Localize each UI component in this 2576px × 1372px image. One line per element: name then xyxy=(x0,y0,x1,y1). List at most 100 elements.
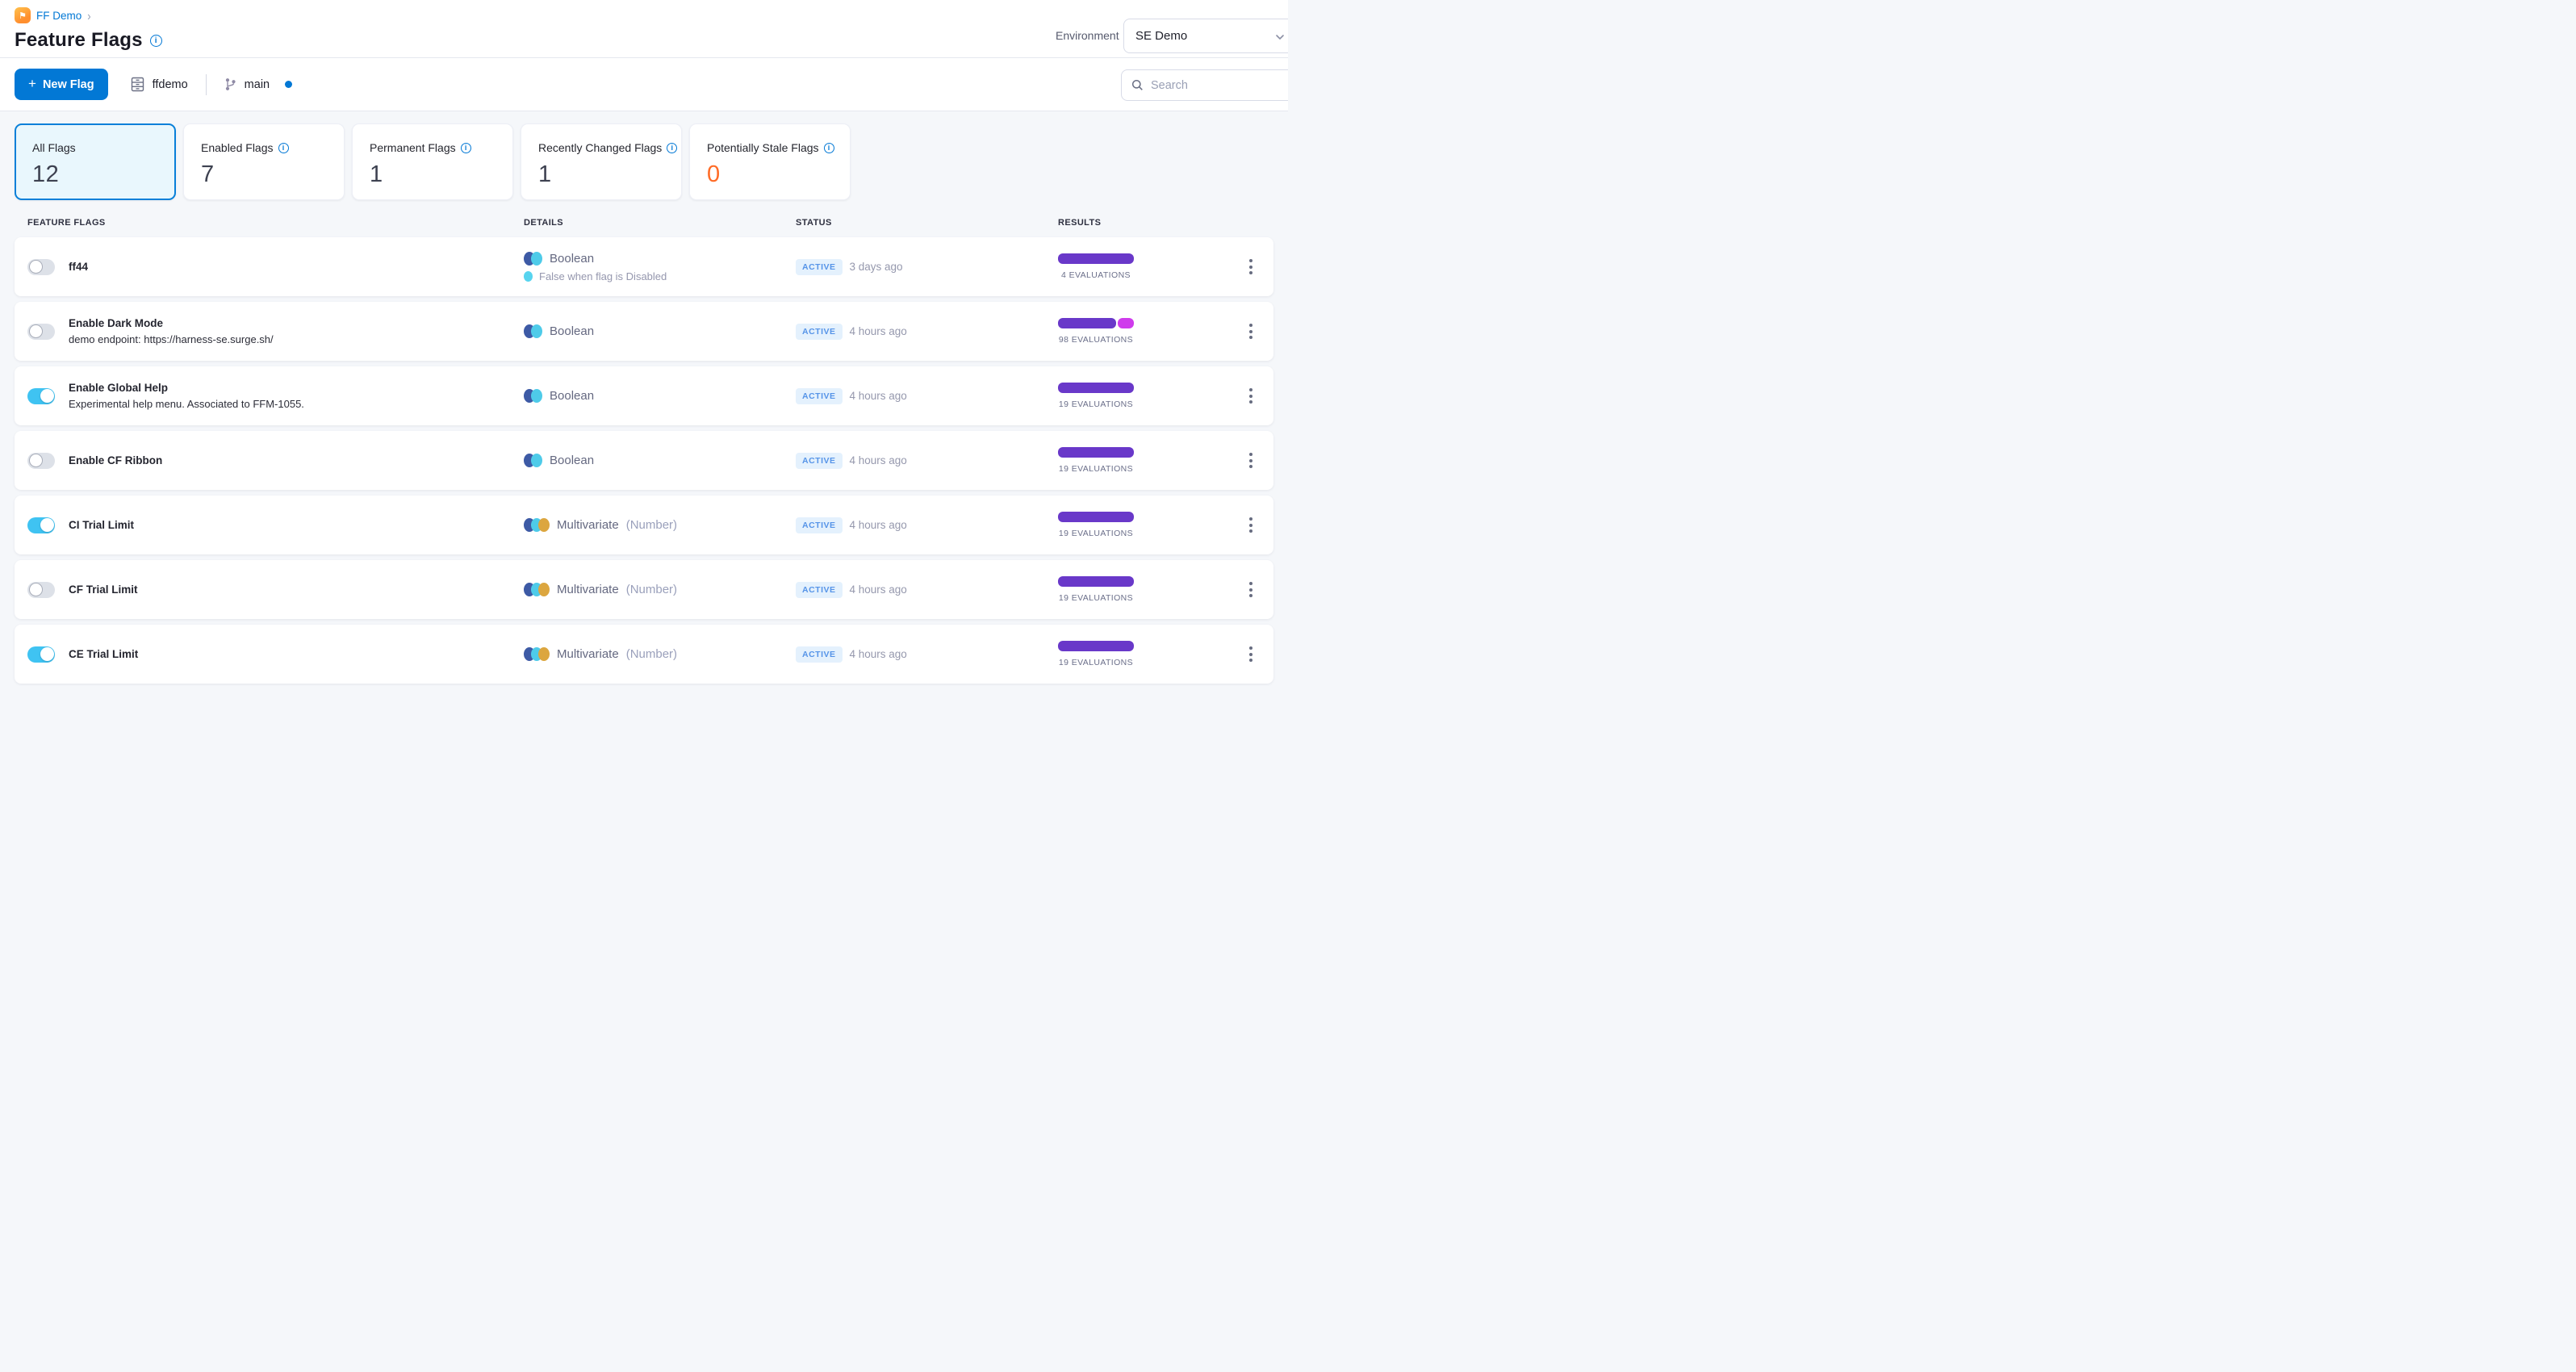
flag-toggle[interactable] xyxy=(27,581,55,598)
flag-row[interactable]: Enable CF Ribbon Boolean ACTIVE 4 hours … xyxy=(15,431,1273,490)
summary-card[interactable]: Enabled Flags i 7 xyxy=(183,123,345,200)
new-flag-button[interactable]: + New Flag xyxy=(15,69,108,100)
variation-dot-icon xyxy=(524,270,533,282)
kebab-menu[interactable] xyxy=(1244,319,1257,344)
toggle-knob xyxy=(28,324,43,338)
feature-flags-module-icon: ⚑ xyxy=(15,7,31,23)
repository-icon xyxy=(131,77,144,92)
content-area: All Flags i 12 Enabled Flags i 7 Permane… xyxy=(0,111,1288,686)
summary-card-label: Potentially Stale Flags xyxy=(707,141,819,154)
page-title: Feature Flags xyxy=(15,29,143,51)
flag-toggle[interactable] xyxy=(27,517,55,533)
environment-select[interactable]: SE Demo xyxy=(1123,19,1288,53)
summary-card[interactable]: Recently Changed Flags i 1 xyxy=(521,123,682,200)
flag-name: CI Trial Limit xyxy=(69,519,135,531)
evaluations-label: 19 EVALUATIONS xyxy=(1058,658,1134,667)
flag-toggle[interactable] xyxy=(27,387,55,404)
flag-type: Multivariate xyxy=(557,583,619,596)
summary-card-label: Enabled Flags xyxy=(201,141,274,154)
last-updated: 4 hours ago xyxy=(849,325,907,337)
info-icon[interactable]: i xyxy=(460,142,471,153)
branch-chip[interactable]: main xyxy=(224,77,293,91)
flag-list: ff44 Boolean False when flag is Disabled… xyxy=(15,237,1273,684)
summary-card-label: Permanent Flags xyxy=(370,141,456,154)
flag-row[interactable]: Enable Dark Mode demo endpoint: https://… xyxy=(15,302,1273,361)
kebab-menu[interactable] xyxy=(1244,512,1257,538)
repository-chip[interactable]: ffdemo xyxy=(131,77,188,92)
flag-row[interactable]: CI Trial Limit Multivariate (Number) ACT… xyxy=(15,496,1273,554)
summary-card-value: 1 xyxy=(370,161,383,187)
status-badge: ACTIVE xyxy=(796,387,843,404)
flag-type-icon xyxy=(524,324,542,338)
info-icon[interactable]: i xyxy=(667,142,678,153)
breadcrumb-project-link[interactable]: FF Demo xyxy=(36,10,82,22)
flag-toggle[interactable] xyxy=(27,646,55,663)
info-icon[interactable]: i xyxy=(278,142,289,153)
summary-card-value: 0 xyxy=(707,161,721,187)
flag-toggle[interactable] xyxy=(27,452,55,469)
summary-card-value: 12 xyxy=(32,161,60,187)
info-icon[interactable]: i xyxy=(823,142,834,153)
flag-type-icon xyxy=(524,454,542,467)
evaluations-bar xyxy=(1058,318,1134,328)
evaluations-label: 19 EVALUATIONS xyxy=(1058,529,1134,538)
flag-type: Multivariate xyxy=(557,518,619,532)
evaluations-bar xyxy=(1058,641,1134,651)
flag-row[interactable]: CF Trial Limit Multivariate (Number) ACT… xyxy=(15,560,1273,619)
search-box xyxy=(1121,69,1288,101)
flag-toggle[interactable] xyxy=(27,323,55,340)
toolbar: + New Flag ffdemo main Search xyxy=(0,58,1288,111)
evaluations-label: 19 EVALUATIONS xyxy=(1058,593,1134,603)
feature-flags-page: ⚑ FF Demo › Feature Flags i Environment … xyxy=(0,0,1288,686)
flag-description: demo endpoint: https://harness-se.surge.… xyxy=(69,333,274,345)
flag-toggle[interactable] xyxy=(27,258,55,275)
kebab-menu[interactable] xyxy=(1244,254,1257,279)
last-updated: 4 hours ago xyxy=(849,519,907,531)
status-badge: ACTIVE xyxy=(796,258,843,275)
environment-label: Environment xyxy=(1056,29,1119,42)
search-input[interactable] xyxy=(1151,78,1288,92)
flag-type: Boolean xyxy=(550,251,595,266)
flag-type: Boolean xyxy=(550,324,595,338)
last-updated: 4 hours ago xyxy=(849,584,907,596)
flag-default-note: False when flag is Disabled xyxy=(539,270,667,282)
vertical-divider xyxy=(205,73,207,95)
top-header: ⚑ FF Demo › Feature Flags i Environment … xyxy=(0,0,1288,58)
flag-type-icon xyxy=(524,389,542,403)
breadcrumb: ⚑ FF Demo › xyxy=(15,7,91,23)
evaluations-bar xyxy=(1058,576,1134,587)
summary-card-value: 7 xyxy=(201,161,215,187)
summary-card[interactable]: Permanent Flags i 1 xyxy=(352,123,513,200)
status-badge: ACTIVE xyxy=(796,517,843,533)
flag-description: Experimental help menu. Associated to FF… xyxy=(69,398,304,410)
status-badge: ACTIVE xyxy=(796,581,843,598)
last-updated: 4 hours ago xyxy=(849,454,907,466)
column-header-details: DETAILS xyxy=(524,218,564,228)
table-header-row: FEATURE FLAGS DETAILS STATUS RESULTS xyxy=(15,200,1273,237)
title-info-icon[interactable]: i xyxy=(149,34,162,47)
summary-card[interactable]: All Flags i 12 xyxy=(15,123,176,200)
column-header-results: RESULTS xyxy=(1058,218,1102,228)
summary-card-value: 1 xyxy=(538,161,552,187)
toggle-knob xyxy=(40,518,54,532)
kebab-menu[interactable] xyxy=(1244,577,1257,602)
summary-card[interactable]: Potentially Stale Flags i 0 xyxy=(689,123,851,200)
toggle-knob xyxy=(40,647,54,661)
kebab-menu[interactable] xyxy=(1244,448,1257,473)
toggle-knob xyxy=(40,389,54,403)
flag-row[interactable]: CE Trial Limit Multivariate (Number) ACT… xyxy=(15,625,1273,684)
plus-icon: + xyxy=(28,75,36,91)
evaluations-bar xyxy=(1058,512,1134,522)
flag-type-icon xyxy=(524,251,542,266)
summary-card-label: Recently Changed Flags xyxy=(538,141,663,154)
kebab-menu[interactable] xyxy=(1244,642,1257,667)
flag-row[interactable]: Enable Global Help Experimental help men… xyxy=(15,366,1273,425)
branch-name: main xyxy=(244,77,270,91)
toggle-knob xyxy=(28,583,43,596)
branch-status-dot xyxy=(285,81,293,88)
flag-type-icon xyxy=(524,518,550,532)
evaluations-label: 19 EVALUATIONS xyxy=(1058,399,1134,409)
kebab-menu[interactable] xyxy=(1244,383,1257,408)
flag-type-icon xyxy=(524,583,550,596)
flag-row[interactable]: ff44 Boolean False when flag is Disabled… xyxy=(15,237,1273,296)
